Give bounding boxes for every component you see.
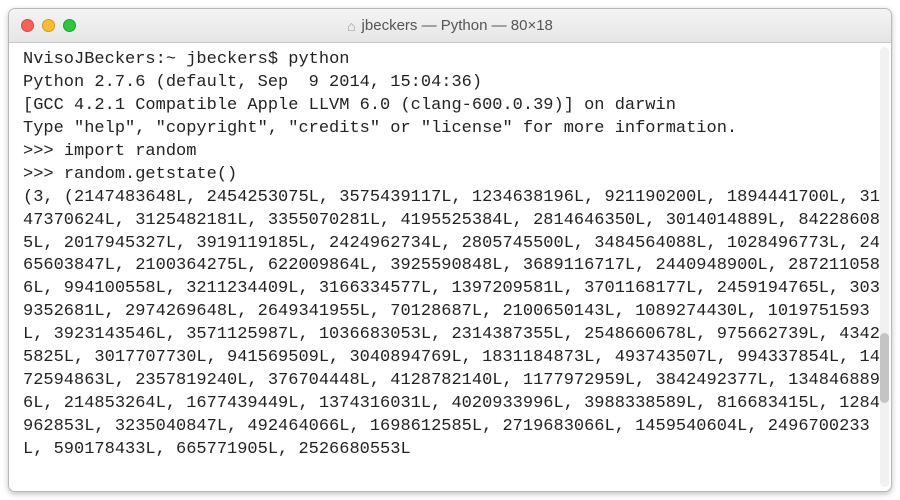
terminal-window: ⌂ jbeckers — Python — 80×18 NvisoJBecker… (8, 8, 892, 492)
repl-prompt: >>> (23, 165, 54, 184)
python-banner-line: Python 2.7.6 (default, Sep 9 2014, 15:04… (23, 73, 482, 92)
python-banner-line: Type "help", "copyright", "credits" or "… (23, 119, 737, 138)
repl-prompt: >>> (23, 142, 54, 161)
repl-output: (3, (2147483648L, 2454253075L, 357543911… (23, 188, 880, 459)
python-banner-line: [GCC 4.2.1 Compatible Apple LLVM 6.0 (cl… (23, 96, 676, 115)
shell-prompt-host: NvisoJBeckers:~ (23, 50, 176, 69)
window-title: ⌂ jbeckers — Python — 80×18 (9, 17, 891, 34)
shell-prompt-user: jbeckers$ (186, 50, 278, 69)
home-icon: ⌂ (347, 18, 355, 34)
terminal-body[interactable]: NvisoJBeckers:~ jbeckers$ python Python … (9, 43, 891, 491)
scrollbar-thumb[interactable] (880, 333, 889, 403)
repl-input: import random (64, 142, 197, 161)
window-titlebar: ⌂ jbeckers — Python — 80×18 (9, 9, 891, 43)
shell-command: python (288, 50, 349, 69)
window-title-text: jbeckers — Python — 80×18 (362, 17, 553, 34)
minimize-icon[interactable] (42, 19, 55, 32)
zoom-icon[interactable] (63, 19, 76, 32)
repl-input: random.getstate() (64, 165, 237, 184)
close-icon[interactable] (21, 19, 34, 32)
window-controls (21, 19, 76, 32)
scrollbar-track[interactable] (880, 47, 889, 487)
